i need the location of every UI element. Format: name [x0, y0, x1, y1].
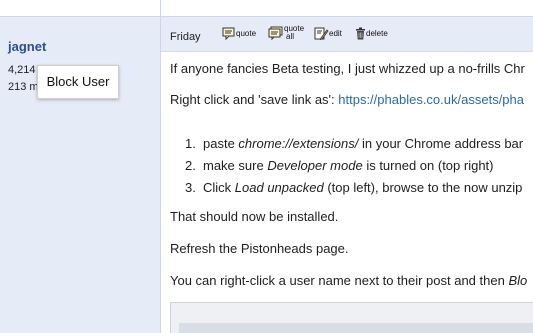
column-divider: [160, 0, 161, 16]
download-link[interactable]: https://phables.co.uk/assets/pha: [338, 92, 524, 107]
delete-label: delete: [366, 29, 388, 38]
emphasis-text: Load unpacked: [234, 180, 324, 195]
post-content: If anyone fancies Beta testing, I just w…: [161, 51, 533, 333]
quote-all-icon: [268, 26, 283, 40]
text-span: is turned on (top right): [362, 158, 494, 173]
username-link[interactable]: jagnet: [8, 39, 46, 54]
text-span: paste: [203, 136, 239, 151]
post-paragraph: If anyone fancies Beta testing, I just w…: [170, 61, 525, 76]
quote-icon: [222, 27, 235, 40]
delete-icon: [356, 27, 365, 40]
post-area: Friday quote quote all edit delete If an…: [161, 17, 533, 333]
text-span: (top left), browse to the now unzip: [323, 180, 523, 195]
list-number: 1.: [185, 136, 196, 151]
edit-label: edit: [329, 29, 342, 38]
post-paragraph: Refresh the Pistonheads page.: [170, 241, 349, 256]
embedded-screenshot: [170, 302, 533, 333]
list-number: 2.: [185, 158, 196, 173]
post-paragraph: Right click and 'save link as': https://…: [170, 92, 524, 107]
embedded-screenshot-inner: [179, 323, 533, 333]
list-number: 3.: [185, 180, 196, 195]
quote-label: quote: [236, 29, 257, 38]
text-span: Right click and 'save link as':: [170, 92, 339, 107]
edit-icon: [314, 27, 329, 40]
top-bar: [0, 0, 533, 17]
text-span: You can right-click a user name next to …: [170, 273, 509, 288]
post-count: 4,214: [8, 64, 36, 76]
quote-button[interactable]: quote: [222, 27, 256, 40]
list-item: 3. Click Load unpacked (top left), browse…: [185, 180, 522, 195]
text-span: in your Chrome address bar: [358, 136, 524, 151]
delete-button[interactable]: delete: [355, 27, 388, 40]
post-date: Friday: [170, 31, 201, 43]
quote-all-label-line2: all: [286, 32, 295, 41]
post-paragraph: That should now be installed.: [170, 209, 339, 224]
post-header: Friday quote quote all edit delete: [161, 17, 533, 51]
user-sidebar: jagnet 4,214 213 months Block User: [0, 17, 161, 333]
emphasis-text: Blo: [508, 273, 528, 288]
post-paragraph: You can right-click a user name next to …: [170, 273, 527, 288]
quote-all-button[interactable]: quote all: [268, 25, 304, 41]
list-item: 2. make sure Developer mode is turned on …: [185, 158, 494, 173]
emphasis-text: chrome://extensions/: [238, 136, 359, 151]
text-span: make sure: [203, 158, 268, 173]
edit-button[interactable]: edit: [314, 27, 342, 40]
emphasis-text: Developer mode: [267, 158, 363, 173]
text-span: Click: [203, 180, 235, 195]
list-item: 1. paste chrome://extensions/ in your Chr…: [185, 136, 523, 151]
block-user-menu-item[interactable]: Block User: [37, 65, 119, 99]
